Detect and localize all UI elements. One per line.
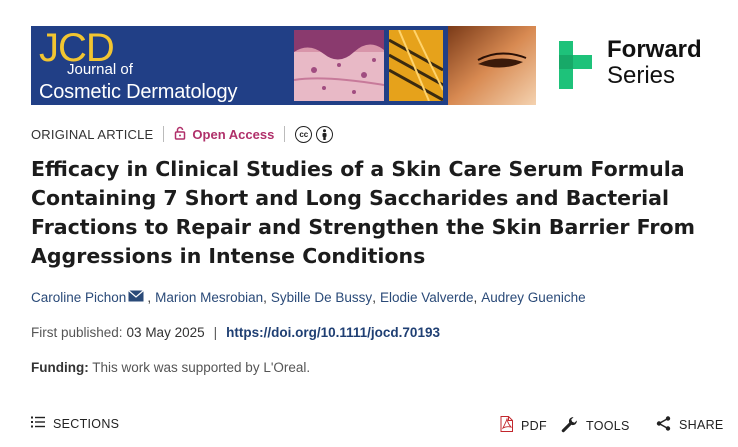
pdf-label: PDF <box>521 418 547 433</box>
forward-series-subtitle: Series <box>607 62 676 89</box>
funding-info: Funding: This work was supported by L'Or… <box>31 360 310 375</box>
open-lock-icon <box>174 126 186 143</box>
author-separator: , <box>263 290 267 305</box>
face-image <box>448 26 536 105</box>
funding-text: This work was supported by L'Oreal. <box>92 360 311 375</box>
license-icons[interactable]: cc <box>295 125 334 143</box>
author-link[interactable]: Marion Mesrobian <box>155 290 263 305</box>
tools-image <box>389 30 443 101</box>
forward-series-logo-icon <box>559 41 592 89</box>
author-link[interactable]: Sybille De Bussy <box>271 290 372 305</box>
tools-button[interactable]: TOOLS <box>561 416 630 436</box>
tools-label: TOOLS <box>586 419 630 433</box>
forward-series-title: Forward <box>607 36 702 63</box>
first-published-label: First published: <box>31 325 123 340</box>
author-separator: , <box>473 290 478 305</box>
share-button[interactable]: SHARE <box>656 416 724 434</box>
by-attribution-icon <box>316 125 334 143</box>
article-meta-row: ORIGINAL ARTICLE Open Access cc <box>31 124 334 144</box>
pdf-button[interactable]: PDF <box>500 416 547 435</box>
author-list: Caroline Pichon , Marion Mesrobian , Syb… <box>31 290 586 305</box>
article-type: ORIGINAL ARTICLE <box>31 126 154 142</box>
divider <box>163 126 165 142</box>
wrench-icon <box>561 416 578 436</box>
sections-button[interactable]: SECTIONS <box>31 416 119 431</box>
pdf-icon <box>500 416 513 435</box>
journal-name-line2: Cosmetic Dermatology <box>39 81 238 103</box>
publication-info: First published: 03 May 2025 | https://d… <box>31 325 440 340</box>
author-link[interactable]: Elodie Valverde <box>380 290 474 305</box>
journal-banner[interactable]: JCD Journal of Cosmetic Dermatology <box>31 26 536 105</box>
author-separator: , <box>147 290 152 305</box>
pipe-separator: | <box>213 325 218 340</box>
sections-label: SECTIONS <box>53 416 120 431</box>
list-icon <box>31 416 45 431</box>
share-label: SHARE <box>679 418 724 432</box>
article-title: Efficacy in Clinical Studies of a Skin C… <box>31 157 695 268</box>
funding-label: Funding: <box>31 360 89 375</box>
article-toolbar: SECTIONS PDF TOOLS SHARE <box>31 416 724 436</box>
cc-icon: cc <box>295 125 313 143</box>
corresponding-author-mail-icon[interactable] <box>128 290 145 305</box>
published-date: 03 May 2025 <box>126 325 205 340</box>
journal-name-line1: Journal of <box>67 61 133 78</box>
author-separator: , <box>372 290 376 305</box>
share-icon <box>656 416 671 434</box>
skin-histology-image <box>294 30 384 101</box>
open-access-label[interactable]: Open Access <box>192 127 274 142</box>
author-link[interactable]: Caroline Pichon <box>31 290 126 305</box>
author-link[interactable]: Audrey Gueniche <box>481 290 585 305</box>
divider <box>284 126 286 142</box>
doi-link[interactable]: https://doi.org/10.1111/jocd.70193 <box>226 325 440 340</box>
